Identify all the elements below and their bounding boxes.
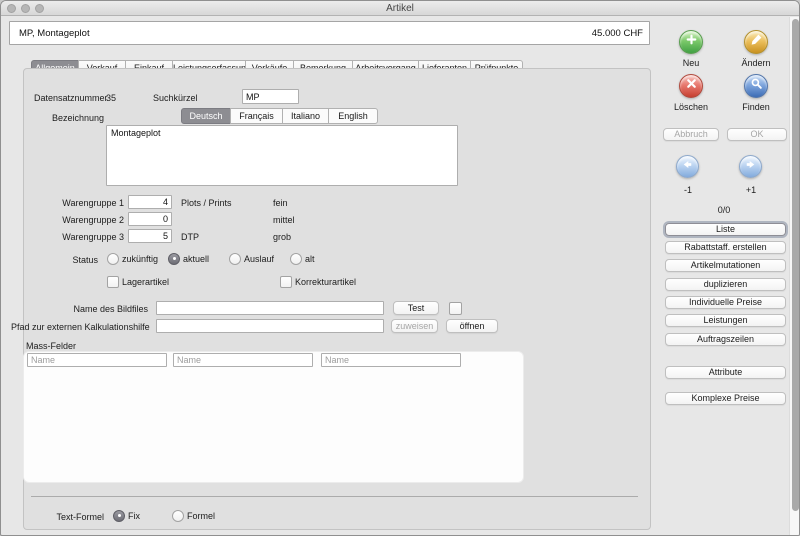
lang-tab-english[interactable]: English	[328, 108, 378, 124]
komplexe-preise-button[interactable]: Komplexe Preise	[665, 392, 786, 405]
divider	[31, 496, 638, 497]
bildfile-label: Name des Bildfiles	[58, 304, 148, 314]
scrollbar-thumb[interactable]	[792, 19, 799, 511]
text-formel-option-fix[interactable]: Fix	[113, 509, 140, 522]
lang-tab-francais[interactable]: Français	[230, 108, 283, 124]
datensatznummer-label: Datensatznummer	[34, 93, 108, 103]
scrollbar-track[interactable]	[789, 17, 800, 536]
abbruch-button[interactable]: Abbruch	[663, 128, 719, 141]
x-icon	[685, 77, 698, 95]
language-tabs: Deutsch Français Italiano English	[181, 108, 378, 124]
neu-button[interactable]	[679, 30, 703, 54]
leistungen-button[interactable]: Leistungen	[665, 314, 786, 327]
finden-button[interactable]	[744, 74, 768, 98]
warengruppe1-input[interactable]	[128, 195, 172, 209]
warengruppe2-granularity: mittel	[273, 215, 295, 225]
arrow-left-icon	[681, 158, 694, 176]
plus-icon	[685, 33, 698, 51]
window-title: Artikel	[1, 1, 799, 16]
loeschen-button[interactable]	[679, 74, 703, 98]
bildfile-input[interactable]	[156, 301, 384, 315]
bildfile-checkbox[interactable]	[449, 302, 462, 315]
warengruppe3-granularity: grob	[273, 232, 291, 242]
loeschen-label: Löschen	[665, 102, 717, 112]
suchkuerzel-label: Suchkürzel	[153, 93, 198, 103]
oeffnen-button[interactable]: öffnen	[446, 319, 498, 333]
checkbox-icon	[280, 276, 292, 288]
arrow-right-icon	[744, 158, 757, 176]
prev-record-button[interactable]	[676, 155, 699, 178]
zuweisen-button[interactable]: zuweisen	[391, 319, 438, 333]
status-option-alt[interactable]: alt	[290, 252, 315, 265]
prev-label: -1	[665, 185, 711, 195]
attribute-button[interactable]: Attribute	[665, 366, 786, 379]
liste-button[interactable]: Liste	[665, 223, 786, 236]
pencil-icon	[750, 33, 763, 51]
rabattstaffel-erstellen-button[interactable]: Rabattstaff. erstellen	[665, 241, 786, 254]
lang-tab-italiano[interactable]: Italiano	[282, 108, 329, 124]
warengruppe2-label: Warengruppe 2	[39, 215, 124, 225]
next-record-button[interactable]	[739, 155, 762, 178]
finden-label: Finden	[730, 102, 782, 112]
ok-button[interactable]: OK	[727, 128, 787, 141]
warengruppe1-label: Warengruppe 1	[39, 198, 124, 208]
next-label: +1	[728, 185, 774, 195]
mass-feld-2-input[interactable]	[173, 353, 313, 367]
radio-icon	[229, 253, 241, 265]
mass-feld-1-input[interactable]	[27, 353, 167, 367]
lang-tab-deutsch[interactable]: Deutsch	[181, 108, 231, 124]
status-option-aktuell[interactable]: aktuell	[168, 252, 209, 265]
aendern-label: Ändern	[730, 58, 782, 68]
datensatznummer-value: 35	[106, 93, 116, 103]
checkbox-icon	[107, 276, 119, 288]
radio-icon	[172, 510, 184, 522]
neu-label: Neu	[665, 58, 717, 68]
record-counter: 0/0	[691, 205, 757, 215]
status-option-auslauf[interactable]: Auslauf	[229, 252, 274, 265]
warengruppe3-label: Warengruppe 3	[39, 232, 124, 242]
magnifier-icon	[750, 77, 763, 95]
warengruppe1-name: Plots / Prints	[181, 198, 232, 208]
article-price: 45.000 CHF	[592, 28, 643, 39]
warengruppe3-name: DTP	[181, 232, 199, 242]
warengruppe1-granularity: fein	[273, 198, 288, 208]
bezeichnung-textarea[interactable]: Montageplot	[106, 125, 458, 186]
suchkuerzel-input[interactable]	[242, 89, 299, 104]
article-name: MP, Montageplot	[19, 28, 90, 39]
text-formel-label: Text-Formel	[31, 512, 104, 522]
article-header: MP, Montageplot 45.000 CHF	[9, 21, 650, 45]
status-option-zukuenftig[interactable]: zukünftig	[107, 252, 158, 265]
mass-felder-panel	[23, 351, 524, 483]
text-formel-option-formel[interactable]: Formel	[172, 509, 215, 522]
artikel-window: Artikel MP, Montageplot 45.000 CHF Allge…	[0, 0, 800, 536]
radio-icon	[290, 253, 302, 265]
kalkulationshilfe-input[interactable]	[156, 319, 384, 333]
test-button[interactable]: Test	[393, 301, 439, 315]
radio-selected-icon	[168, 253, 180, 265]
mass-feld-3-input[interactable]	[321, 353, 461, 367]
lagerartikel-checkbox[interactable]: Lagerartikel	[107, 275, 169, 288]
auftragszeilen-button[interactable]: Auftragszeilen	[665, 333, 786, 346]
radio-icon	[107, 253, 119, 265]
titlebar: Artikel	[1, 1, 799, 16]
mass-felder-label: Mass-Felder	[26, 341, 76, 351]
kalkulationshilfe-label: Pfad zur externen Kalkulationshilfe	[11, 322, 148, 332]
bezeichnung-label: Bezeichnung	[31, 113, 104, 123]
status-label: Status	[61, 255, 98, 265]
individuelle-preise-button[interactable]: Individuelle Preise	[665, 296, 786, 309]
artikelmutationen-button[interactable]: Artikelmutationen	[665, 259, 786, 272]
korrekturartikel-checkbox[interactable]: Korrekturartikel	[280, 275, 356, 288]
aendern-button[interactable]	[744, 30, 768, 54]
radio-selected-icon	[113, 510, 125, 522]
warengruppe3-input[interactable]	[128, 229, 172, 243]
duplizieren-button[interactable]: duplizieren	[665, 278, 786, 291]
warengruppe2-input[interactable]	[128, 212, 172, 226]
